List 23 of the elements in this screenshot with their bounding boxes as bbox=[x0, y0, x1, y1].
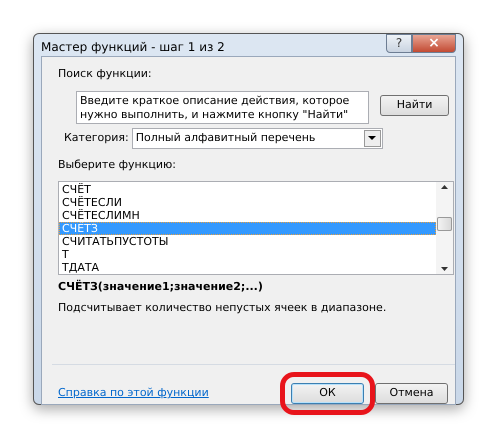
search-field[interactable]: Введите краткое описание действия, которое нужно выполнить, и нажмите кнопку "Найти" bbox=[76, 90, 370, 124]
help-link[interactable]: Справка по этой функции bbox=[58, 385, 209, 402]
find-button[interactable]: Найти bbox=[380, 94, 449, 116]
function-item[interactable]: Т bbox=[59, 248, 436, 261]
window-title: Мастер функций - шаг 1 из 2 bbox=[41, 39, 225, 56]
scroll-down-icon[interactable] bbox=[441, 267, 448, 271]
function-item[interactable]: СЧЁТЕСЛИМН bbox=[59, 209, 436, 222]
help-button[interactable]: ? bbox=[386, 34, 412, 53]
category-label: Категория: bbox=[64, 130, 129, 146]
scroll-up-icon[interactable] bbox=[441, 185, 448, 189]
cancel-button[interactable]: Отмена bbox=[375, 383, 448, 404]
function-item[interactable]: ТДАТА bbox=[59, 261, 436, 274]
dropdown-arrow-icon bbox=[368, 136, 376, 140]
scrollbar[interactable] bbox=[436, 182, 453, 274]
function-description: Подсчитывает количество непустых ячеек в диапазоне. bbox=[58, 300, 386, 314]
function-signature: СЧЁТЗ(значение1;значение2;...) bbox=[58, 280, 263, 293]
category-dropdown[interactable]: Полный алфавитный перечень bbox=[132, 128, 383, 148]
function-item[interactable]: СЧЁТЕСЛИ bbox=[59, 196, 436, 209]
scroll-thumb[interactable] bbox=[437, 217, 452, 231]
function-list-label: Выберите функцию: bbox=[58, 158, 176, 170]
function-item[interactable]: СЧИТАТЬПУСТОТЫ bbox=[59, 235, 436, 248]
search-label: Поиск функции: bbox=[58, 67, 152, 80]
function-item[interactable]: СЧЁТ bbox=[59, 183, 436, 196]
